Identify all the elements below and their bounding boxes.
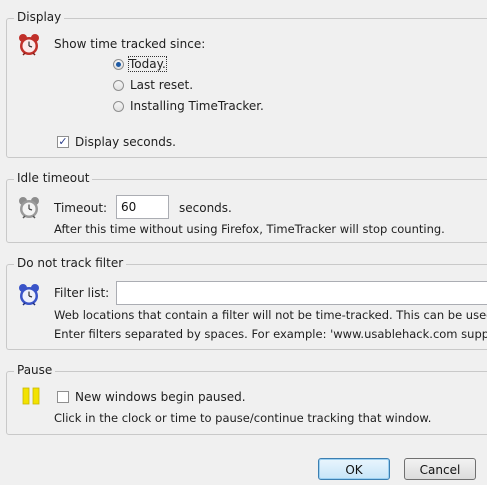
filter-help-line2: Enter filters separated by spaces. For e… xyxy=(54,327,487,341)
gray-alarm-clock-icon xyxy=(18,196,40,223)
new-windows-paused-checkbox[interactable] xyxy=(57,391,69,403)
pause-help-text: Click in the clock or time to pause/cont… xyxy=(54,411,432,425)
timeout-label: Timeout: xyxy=(54,201,108,215)
filter-help-container-2: Enter filters separated by spaces. For e… xyxy=(54,327,487,341)
filter-help-line1: Web locations that contain a filter will… xyxy=(54,308,487,322)
timeout-input[interactable] xyxy=(116,195,169,219)
blue-alarm-clock-icon xyxy=(18,283,40,310)
filter-list-label: Filter list: xyxy=(54,286,110,300)
idle-timeout-legend: Idle timeout xyxy=(14,171,93,185)
show-since-label: Show time tracked since: xyxy=(54,37,206,51)
radio-last-reset[interactable] xyxy=(113,80,124,91)
display-seconds-label[interactable]: Display seconds. xyxy=(75,135,176,149)
radio-today[interactable] xyxy=(113,59,124,70)
ok-button[interactable]: OK xyxy=(318,458,390,480)
pause-icon xyxy=(22,387,40,408)
radio-installing-label[interactable]: Installing TimeTracker. xyxy=(130,99,264,113)
display-seconds-checkbox[interactable]: ✓ xyxy=(57,136,69,148)
filter-legend: Do not track filter xyxy=(14,256,127,270)
red-alarm-clock-icon xyxy=(18,33,40,60)
new-windows-paused-label[interactable]: New windows begin paused. xyxy=(75,390,246,404)
pause-legend: Pause xyxy=(14,363,56,377)
radio-installing[interactable] xyxy=(113,101,124,112)
timeout-help-text: After this time without using Firefox, T… xyxy=(54,222,445,236)
filter-help-container: Web locations that contain a filter will… xyxy=(54,308,487,322)
timeout-unit-label: seconds. xyxy=(179,201,232,215)
filter-list-input[interactable] xyxy=(116,281,487,305)
radio-last-reset-label[interactable]: Last reset. xyxy=(130,78,193,92)
cancel-button[interactable]: Cancel xyxy=(404,458,476,480)
radio-today-label[interactable]: Today. xyxy=(128,56,167,72)
display-legend: Display xyxy=(14,10,65,24)
